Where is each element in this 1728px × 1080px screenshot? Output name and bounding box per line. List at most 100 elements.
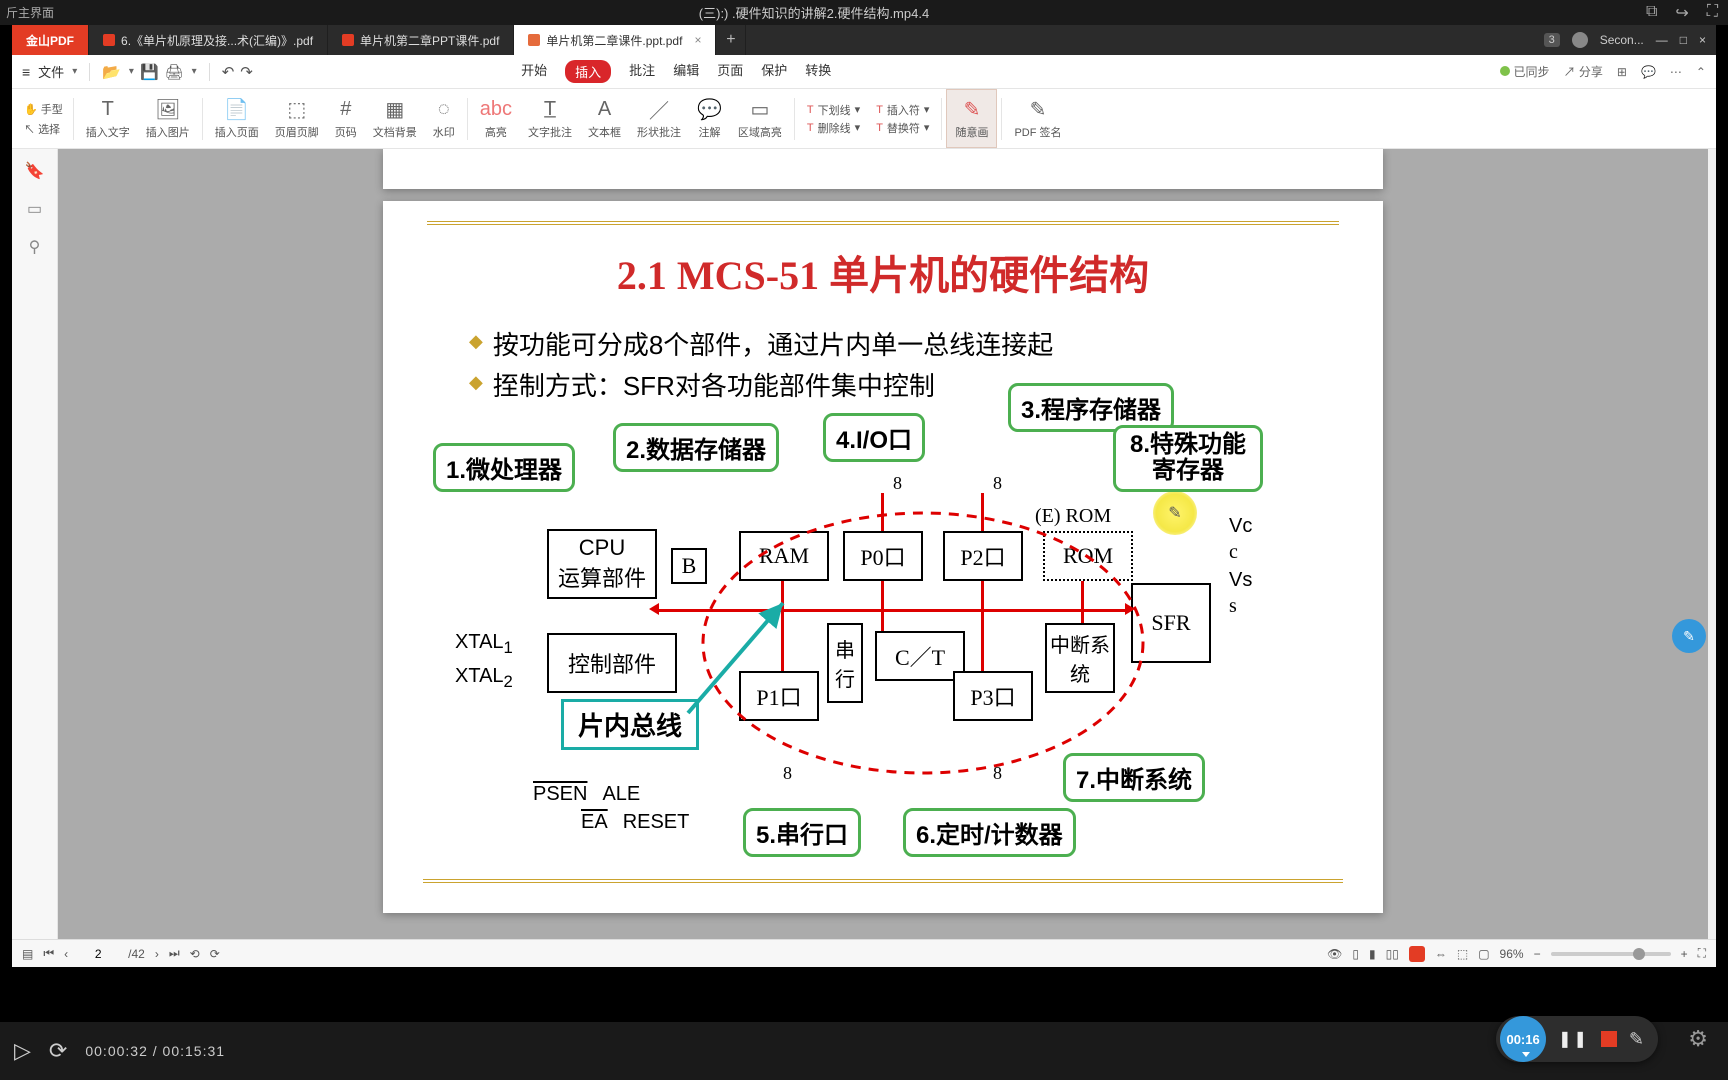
minimize-icon[interactable]: — [1656, 33, 1668, 47]
last-page-icon[interactable]: ⏭ [169, 946, 180, 961]
chat-icon[interactable]: 💬 [1641, 65, 1656, 79]
fit-width-icon[interactable]: ⇔ [1435, 947, 1447, 961]
record-pause-icon[interactable]: ❚❚ [1558, 1029, 1589, 1049]
close-window-icon[interactable]: × [1699, 33, 1706, 47]
next-page-icon[interactable]: › [155, 947, 159, 961]
vertical-scrollbar[interactable] [1708, 149, 1716, 939]
share-button[interactable]: ↗ 分享 [1564, 63, 1603, 80]
file-menu[interactable]: 文件 [38, 62, 64, 81]
tool-hand[interactable]: ✋ 手型 [24, 101, 63, 117]
user-avatar-icon[interactable] [1572, 32, 1588, 48]
zoom-slider[interactable] [1551, 952, 1671, 956]
zoom-out-icon[interactable]: − [1534, 947, 1541, 961]
screen-record-widget[interactable]: 00:16 ❚❚ ✎ [1496, 1016, 1658, 1062]
user-name[interactable]: Secon... [1600, 33, 1644, 47]
attachments-icon[interactable]: ⚲ [29, 237, 41, 257]
page-canvas[interactable]: 2.1 MCS-51 单片机的硬件结构 ✎ ◆按功能可分成8个部件，通过片内单一… [58, 149, 1708, 939]
loop-icon[interactable]: ⟳ [49, 1038, 67, 1064]
pip-icon[interactable]: ⧉ [1646, 3, 1657, 23]
first-page-icon[interactable]: ⏮ [43, 946, 54, 961]
bullet-list: ◆按功能可分成8个部件，通过片内单一总线连接起 ◆挃制方式：SFR对各功能部件集… [469, 325, 1353, 403]
zoom-value[interactable]: 96% [1500, 947, 1524, 961]
rb-strike[interactable]: T 删除线 ▾ [807, 120, 860, 136]
outline-icon[interactable]: ▤ [22, 947, 33, 961]
rb-ins-text[interactable]: T插入文字 [78, 89, 138, 148]
rb-header-footer[interactable]: ⬚页眉页脚 [267, 89, 327, 148]
prev-page-icon[interactable]: ‹ [64, 947, 68, 961]
undo-icon[interactable]: ↶ [222, 63, 235, 81]
rb-underline[interactable]: T 下划线 ▾ [807, 102, 860, 118]
rb-area-hl[interactable]: ▭区域高亮 [730, 89, 790, 148]
rotate-right-icon[interactable]: ⟳ [210, 947, 220, 961]
record-draw-icon[interactable]: ✎ [1629, 1029, 1644, 1050]
record-timer[interactable]: 00:16 [1500, 1016, 1546, 1062]
rb-highlight[interactable]: abc高亮 [472, 89, 520, 148]
video-player-bar: ▷ ⟳ 00:00:32 / 00:15:31 [0, 1022, 1728, 1080]
save-icon[interactable]: 💾 [140, 63, 159, 81]
hamburger-icon[interactable]: ≡ [22, 64, 30, 80]
box-rom: ROM [1043, 531, 1133, 581]
rb-replace[interactable]: T 替换符 ▾ [876, 120, 929, 136]
prev-page-edge [383, 149, 1383, 189]
forward-icon[interactable]: ↪ [1675, 3, 1688, 23]
rb-watermark[interactable]: ◌水印 [425, 89, 463, 148]
redo-icon[interactable]: ↷ [240, 63, 253, 81]
thumbnails-icon[interactable]: ▭ [27, 199, 42, 219]
brand-tab[interactable]: 金山PDF [12, 25, 89, 55]
pdf-icon [528, 34, 540, 46]
rotate-left-icon[interactable]: ⟲ [190, 947, 200, 961]
rb-ins-image[interactable]: 🖼插入图片 [138, 89, 198, 148]
rb-annot[interactable]: 💬注解 [689, 89, 730, 148]
menu-convert[interactable]: 转换 [805, 60, 831, 83]
eye-icon[interactable]: 👁 [1327, 947, 1342, 961]
menu-annot[interactable]: 批注 [629, 60, 655, 83]
close-tab-icon[interactable]: × [694, 33, 701, 47]
rb-page-num[interactable]: #页码 [327, 89, 365, 148]
present-icon[interactable] [1409, 946, 1425, 962]
collapse-ribbon-icon[interactable]: ⌃ [1696, 65, 1706, 79]
expand-icon[interactable]: ⛶ [1707, 3, 1718, 23]
status-bar: ▤ ⏮ ‹ /42 › ⏭ ⟲ ⟳ 👁 ▯ ▮ ▯▯ ⇔ ⬚ ▢ 96% [12, 939, 1716, 967]
record-stop-icon[interactable] [1601, 1031, 1617, 1047]
rb-ins-page[interactable]: 📄插入页面 [207, 89, 267, 148]
grid-view-icon[interactable]: ⊞ [1617, 65, 1627, 79]
fit-page-icon[interactable]: ⬚ [1457, 947, 1468, 961]
rb-pdf-sign[interactable]: ✎PDF 签名 [1006, 89, 1069, 148]
print-icon[interactable]: 🖨 [165, 63, 184, 81]
page-input[interactable] [78, 947, 118, 961]
menu-protect[interactable]: 保护 [761, 60, 787, 83]
file-menu-strip: ≡ 文件▾ 📂▾ 💾 🖨▾ ↶ ↷ 开始 插入 批注 编辑 页面 保护 转换 已… [12, 55, 1716, 89]
open-icon[interactable]: 📂 [102, 63, 121, 81]
menu-page[interactable]: 页面 [717, 60, 743, 83]
record-settings-icon[interactable]: ⚙ [1688, 1026, 1708, 1052]
rb-doc-bg[interactable]: ▦文档背景 [365, 89, 425, 148]
window-badge[interactable]: 3 [1544, 33, 1560, 47]
tab-0[interactable]: 6.《单片机原理及接...术(汇编)》.pdf [89, 25, 328, 55]
more-icon[interactable]: ⋯ [1670, 65, 1682, 79]
rb-text-annot[interactable]: T̲文字批注 [520, 89, 580, 148]
tab-2-active[interactable]: 单片机第二章课件.ppt.pdf× [514, 25, 716, 55]
view-two-icon[interactable]: ▯▯ [1386, 947, 1399, 961]
fullscreen-icon[interactable]: ⛶ [1698, 946, 1706, 961]
rb-textbox[interactable]: A文本框 [580, 89, 629, 148]
menu-insert-active[interactable]: 插入 [565, 60, 611, 83]
sync-status[interactable]: 已同步 [1500, 63, 1550, 80]
play-pause-icon[interactable]: ▷ [14, 1038, 31, 1064]
maximize-icon[interactable]: □ [1680, 33, 1687, 47]
menu-start[interactable]: 开始 [521, 60, 547, 83]
callout-6: 6.定时/计数器 [903, 808, 1076, 857]
rb-freedraw-active[interactable]: ✎随意画 [946, 89, 997, 148]
tool-select[interactable]: ↖ 选择 [24, 121, 63, 137]
rb-ins-sym[interactable]: T 插入符 ▾ [876, 102, 929, 118]
video-title: (三):) .硬件知识的讲解2.硬件结构.mp4.4 [60, 3, 1568, 22]
view-single-icon[interactable]: ▯ [1352, 947, 1359, 961]
actual-size-icon[interactable]: ▢ [1478, 947, 1489, 961]
rb-shape[interactable]: ／形状批注 [629, 89, 689, 148]
assistant-float-icon[interactable]: ✎ [1672, 619, 1706, 653]
menu-edit[interactable]: 编辑 [673, 60, 699, 83]
add-tab-button[interactable]: + [716, 25, 746, 55]
zoom-in-icon[interactable]: + [1681, 947, 1688, 961]
view-cont-icon[interactable]: ▮ [1369, 947, 1376, 961]
tab-1[interactable]: 单片机第二章PPT课件.pdf [328, 25, 514, 55]
bookmark-icon[interactable]: 🔖 [25, 161, 45, 181]
